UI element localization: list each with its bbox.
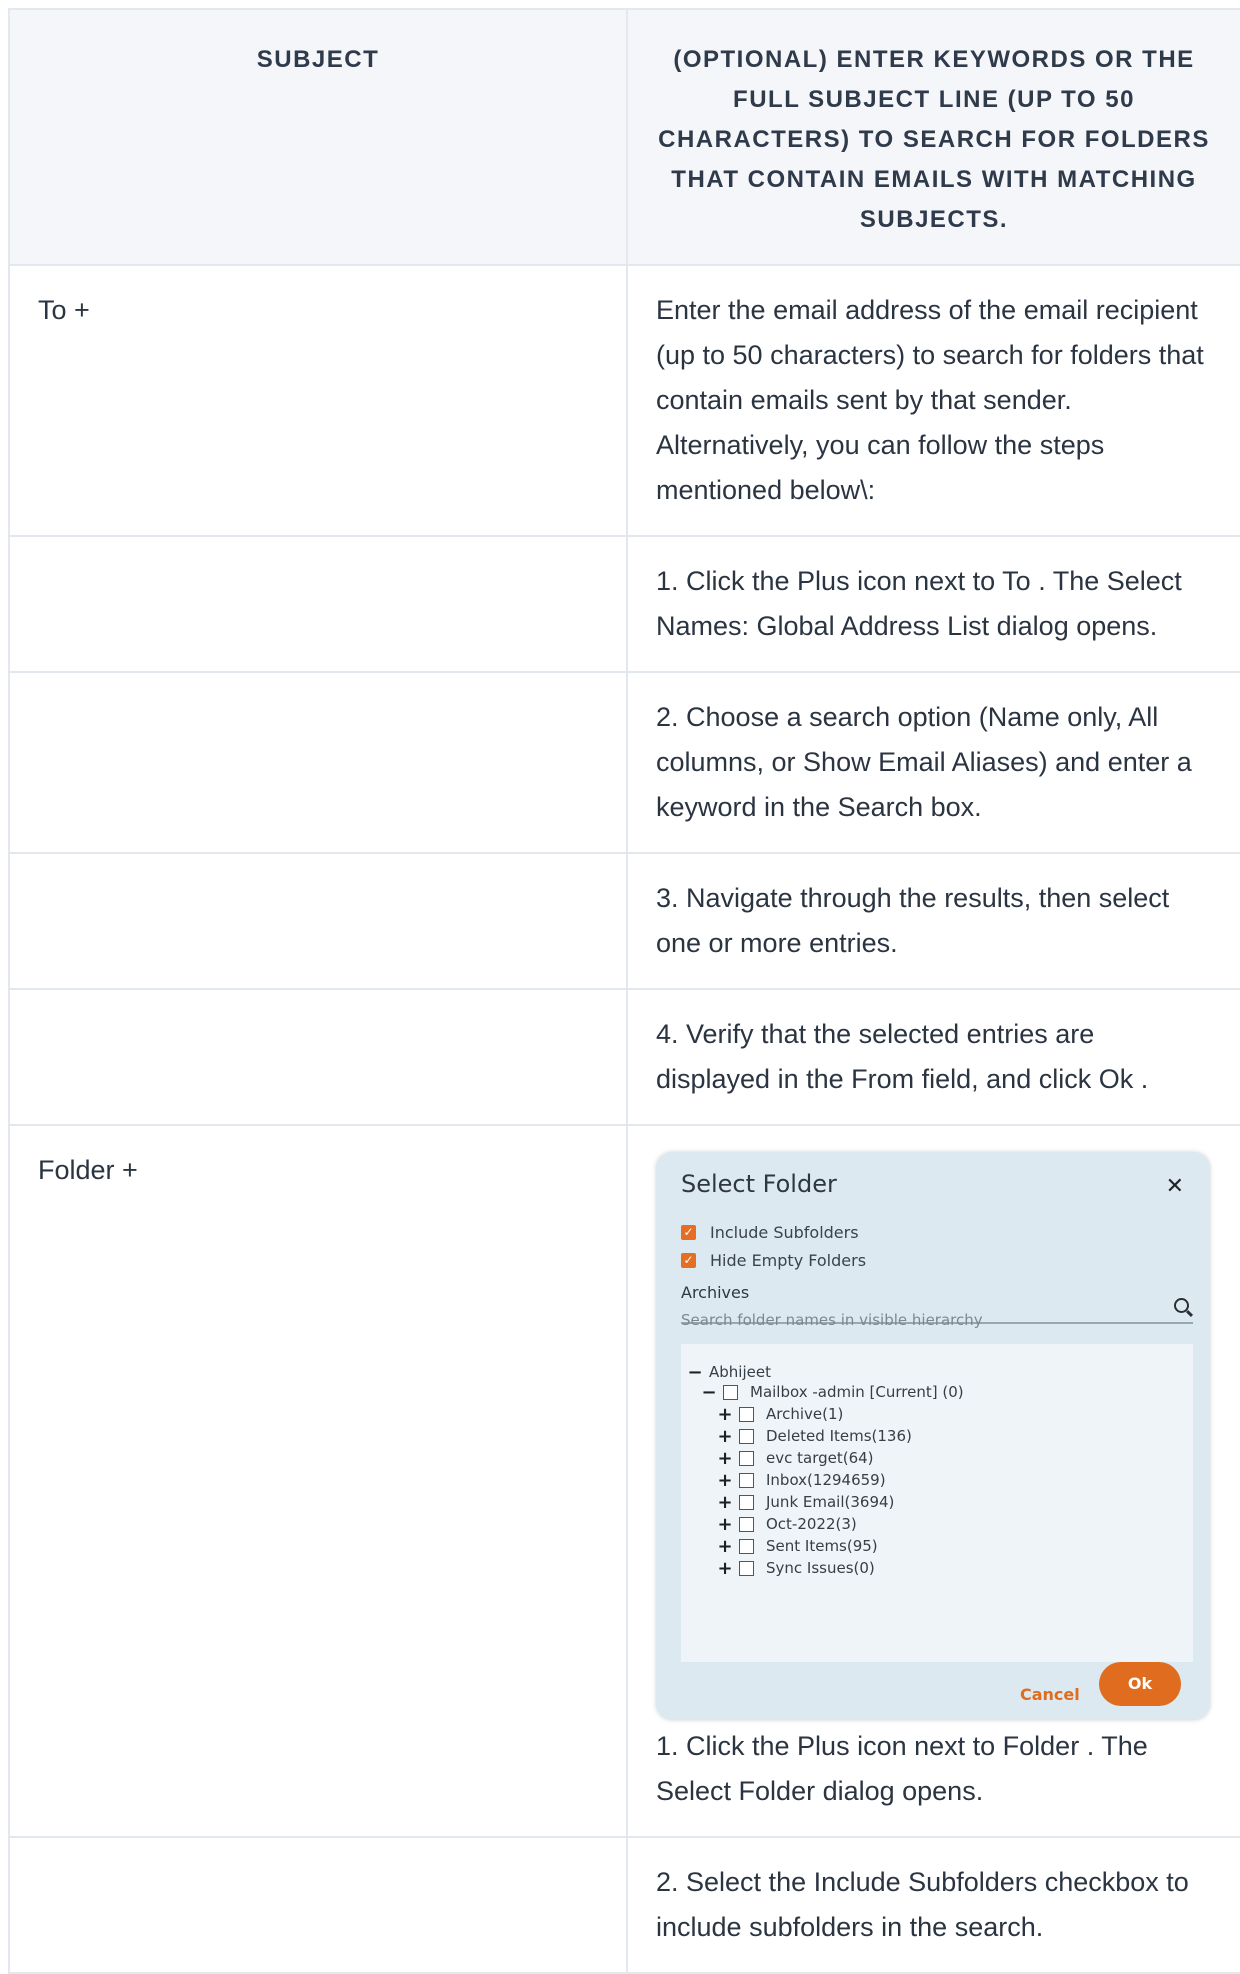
row-text: 1. Click the Plus icon next to Folder . … (656, 1731, 1148, 1806)
row-text: 3. Navigate through the results, then se… (626, 852, 1240, 990)
collapse-icon[interactable]: − (701, 1370, 717, 1415)
table-row: 2. Choose a search option (Name only, Al… (8, 671, 1240, 854)
table-row: To + Enter the email address of the emai… (8, 264, 1240, 537)
tree-node-folder[interactable]: + Sync Issues(0) (717, 1546, 875, 1591)
row-label (8, 535, 628, 673)
row-text: 4. Verify that the selected entries are … (626, 988, 1240, 1126)
tree-node-label: Sync Issues(0) (766, 1559, 875, 1577)
row-text: Enter the email address of the email rec… (626, 264, 1240, 537)
table-header-row: SUBJECT (OPTIONAL) ENTER KEYWORDS OR THE… (8, 8, 1240, 266)
row-label: Folder + (8, 1124, 628, 1838)
checkbox-icon[interactable] (739, 1561, 754, 1576)
checkbox-checked-icon[interactable]: ✓ (681, 1253, 696, 1268)
search-icon[interactable] (1174, 1298, 1189, 1313)
row-text: 2. Select the Include Subfolders checkbo… (626, 1836, 1240, 1974)
row-text: 2. Choose a search option (Name only, Al… (626, 671, 1240, 854)
folder-tree: − Abhijeet − Mailbox -admin [Current] (0… (681, 1344, 1193, 1662)
select-folder-dialog-screenshot: Select Folder ✕ ✓ Include Subfolders ✓ H… (656, 1152, 1210, 1720)
table-row: 4. Verify that the selected entries are … (8, 988, 1240, 1126)
ok-button[interactable]: Ok (1099, 1662, 1181, 1706)
table-row: 1. Click the Plus icon next to To . The … (8, 535, 1240, 673)
expand-icon[interactable]: + (717, 1546, 733, 1591)
dialog-title: Select Folder (681, 1170, 837, 1198)
row-label (8, 852, 628, 990)
info-table: SUBJECT (OPTIONAL) ENTER KEYWORDS OR THE… (8, 8, 1240, 1974)
cancel-button[interactable]: Cancel (1020, 1672, 1080, 1717)
header-description: (OPTIONAL) ENTER KEYWORDS OR THE FULL SU… (626, 8, 1240, 266)
search-placeholder: Search folder names in visible hierarchy (681, 1311, 983, 1329)
folder-search-input[interactable]: Search folder names in visible hierarchy (681, 1292, 1193, 1329)
header-subject: SUBJECT (8, 8, 628, 266)
row-label: To + (8, 264, 628, 537)
row-content: Select Folder ✕ ✓ Include Subfolders ✓ H… (626, 1124, 1240, 1838)
close-icon[interactable]: ✕ (1166, 1164, 1184, 1209)
row-label (8, 671, 628, 854)
table-row: Folder + Select Folder ✕ ✓ Include Subfo… (8, 1124, 1240, 1838)
row-label (8, 988, 628, 1126)
table-row: 2. Select the Include Subfolders checkbo… (8, 1836, 1240, 1974)
row-label (8, 1836, 628, 1974)
row-text: 1. Click the Plus icon next to To . The … (626, 535, 1240, 673)
table-row: 3. Navigate through the results, then se… (8, 852, 1240, 990)
